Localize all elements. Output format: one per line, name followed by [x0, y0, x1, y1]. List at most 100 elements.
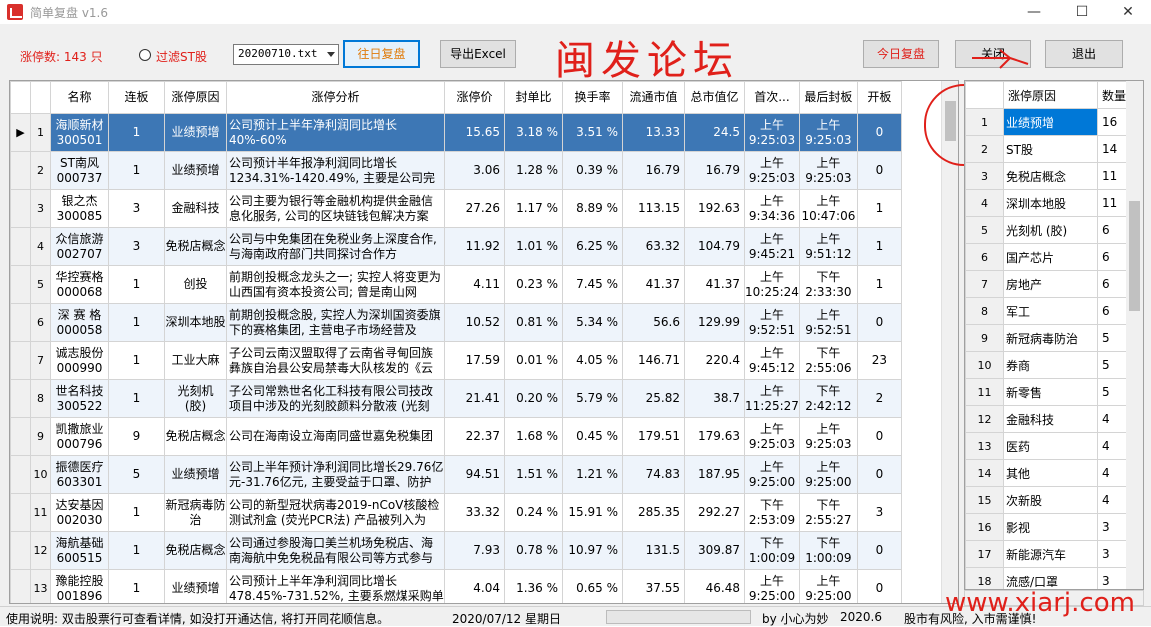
analysis-cell[interactable]: 子公司常熟世名化工科技有限公司技改项目中涉及的光刻胶颜料分散液 (光刻 — [226, 379, 445, 418]
row-number[interactable]: 10 — [965, 351, 1004, 379]
first-time-cell[interactable]: 上午 9:25:00 — [744, 455, 800, 494]
open-cell[interactable]: 1 — [856, 189, 902, 228]
stock-name[interactable]: 银之杰 300085 — [50, 189, 109, 228]
minimize-button[interactable]: — — [1011, 0, 1057, 24]
reason-name-cell[interactable]: 医药 — [1003, 432, 1098, 460]
total-cap-cell[interactable]: 220.4 — [684, 341, 745, 380]
header-cell[interactable]: 涨停分析 — [226, 81, 445, 114]
row-number[interactable]: 6 — [965, 243, 1004, 271]
reason-cell[interactable]: 金融科技 — [164, 189, 227, 228]
row-pointer[interactable] — [10, 531, 31, 570]
row-number[interactable]: 11 — [965, 378, 1004, 406]
reason-cell[interactable]: 业绩预增 — [164, 455, 227, 494]
seal-cell[interactable]: 0.81 % — [504, 303, 563, 342]
open-cell[interactable]: 2 — [856, 379, 902, 418]
turnover-cell[interactable]: 0.45 % — [562, 417, 623, 456]
row-number[interactable]: 1 — [965, 108, 1004, 136]
boards-cell[interactable]: 1 — [108, 265, 165, 304]
float-cap-cell[interactable]: 13.33 — [622, 113, 685, 152]
analysis-cell[interactable]: 公司上半年预计净利润同比增长29.76亿元-31.76亿元, 主要受益于口罩、防… — [226, 455, 445, 494]
file-select[interactable]: 20200710.txt — [233, 44, 339, 65]
turnover-cell[interactable]: 6.25 % — [562, 227, 623, 266]
float-cap-cell[interactable]: 41.37 — [622, 265, 685, 304]
row-number[interactable]: 7 — [965, 270, 1004, 298]
reason-name-cell[interactable]: 深圳本地股 — [1003, 189, 1098, 217]
row-pointer[interactable] — [10, 455, 31, 494]
last-time-cell[interactable]: 上午 9:52:51 — [798, 303, 858, 342]
reason-name-cell[interactable]: 业绩预增 — [1003, 108, 1098, 136]
reason-name-cell[interactable]: 免税店概念 — [1003, 162, 1098, 190]
stock-name[interactable]: 振德医疗 603301 — [50, 455, 109, 494]
reason-cell[interactable]: 业绩预增 — [164, 569, 227, 603]
total-cap-cell[interactable]: 16.79 — [684, 151, 745, 190]
open-cell[interactable]: 0 — [856, 151, 902, 190]
table-row[interactable]: 2 ST南风 000737 1 业绩预增 公司预计半年报净利润同比增长1234.31%-1… — [10, 151, 902, 190]
first-time-cell[interactable]: 上午 9:34:36 — [744, 189, 800, 228]
reason-cell[interactable]: 工业大麻 — [164, 341, 227, 380]
stock-name[interactable]: 诚志股份 000990 — [50, 341, 109, 380]
stock-name[interactable]: 深 赛 格 000058 — [50, 303, 109, 342]
analysis-cell[interactable]: 公司预计上半年净利润同比增长478.45%-731.52%, 主要系燃煤采购单 — [226, 569, 445, 603]
float-cap-cell[interactable]: 63.32 — [622, 227, 685, 266]
last-time-cell[interactable]: 上午 9:51:12 — [798, 227, 858, 266]
float-cap-cell[interactable]: 37.55 — [622, 569, 685, 603]
reason-row[interactable]: 16 影视 3 — [965, 513, 1132, 541]
boards-cell[interactable]: 1 — [108, 341, 165, 380]
filter-st-radio[interactable] — [139, 49, 151, 61]
seal-cell[interactable]: 1.36 % — [504, 569, 563, 603]
price-cell[interactable]: 15.65 — [444, 113, 505, 152]
last-time-cell[interactable]: 下午 2:55:27 — [798, 493, 858, 532]
reason-row[interactable]: 9 新冠病毒防治 5 — [965, 324, 1132, 352]
table-row[interactable]: ▶ 1 海顺新材 300501 1 业绩预增 公司预计上半年净利润同比增长40%-60% 15… — [10, 113, 902, 152]
reason-row[interactable]: 7 房地产 6 — [965, 270, 1132, 298]
reason-cell[interactable]: 新冠病毒防治 — [164, 493, 227, 532]
row-number[interactable]: 2 — [965, 135, 1004, 163]
stock-table[interactable]: 名称 连板 涨停原因 涨停分析 涨停价 封单比 换手率 流通市值 总市值亿 首次… — [9, 80, 959, 604]
turnover-cell[interactable]: 8.89 % — [562, 189, 623, 228]
last-time-cell[interactable]: 上午 9:25:00 — [798, 569, 858, 603]
table-row[interactable]: 4 众信旅游 002707 3 免税店概念 公司与中免集团在免税业务上深度合作, 与海南政… — [10, 227, 902, 266]
reason-row[interactable]: 15 次新股 4 — [965, 486, 1132, 514]
reason-name-cell[interactable]: 新零售 — [1003, 378, 1098, 406]
seal-cell[interactable]: 0.20 % — [504, 379, 563, 418]
reason-cell[interactable]: 深圳本地股 — [164, 303, 227, 342]
row-number[interactable]: 10 — [30, 455, 51, 494]
header-cell[interactable]: 换手率 — [562, 81, 623, 114]
open-cell[interactable]: 23 — [856, 341, 902, 380]
row-pointer[interactable] — [10, 189, 31, 228]
price-cell[interactable]: 7.93 — [444, 531, 505, 570]
turnover-cell[interactable]: 5.34 % — [562, 303, 623, 342]
total-cap-cell[interactable]: 179.63 — [684, 417, 745, 456]
open-cell[interactable]: 0 — [856, 303, 902, 342]
reason-name-cell[interactable]: 新能源汽车 — [1003, 540, 1098, 568]
turnover-cell[interactable]: 4.05 % — [562, 341, 623, 380]
header-cell[interactable]: 总市值亿 — [684, 81, 745, 114]
last-time-cell[interactable]: 下午 2:42:12 — [798, 379, 858, 418]
reason-row[interactable]: 4 深圳本地股 11 — [965, 189, 1132, 217]
turnover-cell[interactable]: 10.97 % — [562, 531, 623, 570]
analysis-cell[interactable]: 公司的新型冠状病毒2019-nCoV核酸检测试剂盒 (荧光PCR法) 产品被列入… — [226, 493, 445, 532]
reason-cell[interactable]: 业绩预增 — [164, 113, 227, 152]
open-cell[interactable]: 0 — [856, 531, 902, 570]
reason-name-cell[interactable]: 房地产 — [1003, 270, 1098, 298]
total-cap-cell[interactable]: 46.48 — [684, 569, 745, 603]
reason-cell[interactable]: 光刻机 (胶) — [164, 379, 227, 418]
table-row[interactable]: 5 华控赛格 000068 1 创投 前期创投概念龙头之一; 实控人将变更为山西国有资本投… — [10, 265, 902, 304]
reason-name-cell[interactable]: 流感/口罩 — [1003, 567, 1098, 589]
row-pointer[interactable] — [10, 417, 31, 456]
float-cap-cell[interactable]: 285.35 — [622, 493, 685, 532]
row-number[interactable]: 8 — [965, 297, 1004, 325]
reason-summary-table[interactable]: 涨停原因 数量 1 业绩预增 16 2 ST股 14 3 免税店概念 11 4 深圳本地股 11 5 光刻… — [964, 80, 1144, 590]
reason-row[interactable]: 3 免税店概念 11 — [965, 162, 1132, 190]
seal-cell[interactable]: 0.24 % — [504, 493, 563, 532]
seal-cell[interactable]: 1.51 % — [504, 455, 563, 494]
first-time-cell[interactable]: 上午 9:52:51 — [744, 303, 800, 342]
boards-cell[interactable]: 1 — [108, 379, 165, 418]
table-row[interactable]: 12 海航基础 600515 1 免税店概念 公司通过参股海口美兰机场免税店、海南海航中免… — [10, 531, 902, 570]
header-cell[interactable]: 连板 — [108, 81, 165, 114]
row-number[interactable]: 6 — [30, 303, 51, 342]
total-cap-cell[interactable]: 38.7 — [684, 379, 745, 418]
row-number[interactable]: 7 — [30, 341, 51, 380]
first-time-cell[interactable]: 上午 9:25:03 — [744, 151, 800, 190]
total-cap-cell[interactable]: 24.5 — [684, 113, 745, 152]
